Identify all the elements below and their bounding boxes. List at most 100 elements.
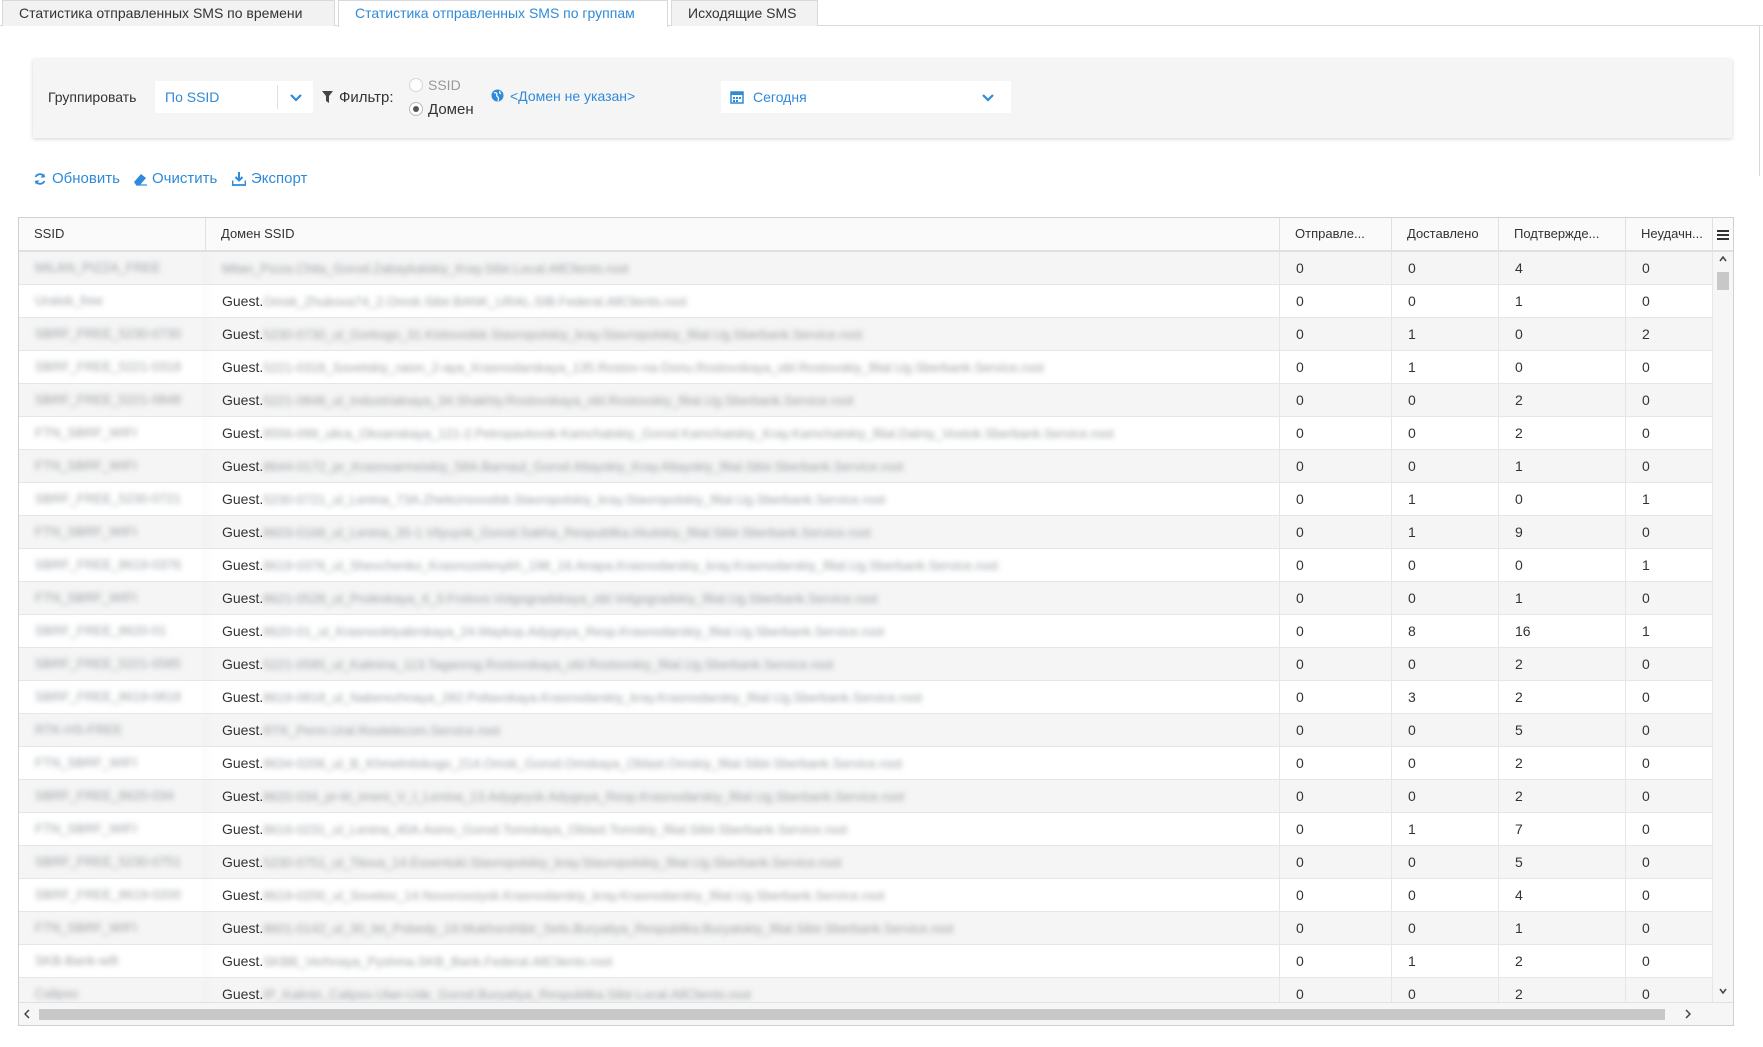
table-row[interactable]: FTN_SBRF_WIFI Guest.8556-099_ulica_Oksans… [19,417,1713,450]
table-row[interactable]: SBRF_FREE_8620-01 Guest.8620-01_ul_Krasno… [19,615,1713,648]
cell-confirmed: 2 [1499,648,1626,680]
cell-confirmed: 1 [1499,285,1626,317]
date-range-select[interactable]: Сегодня [721,81,1011,113]
cell-sent: 0 [1280,318,1392,350]
cell-delivered: 1 [1392,483,1499,515]
radio-ssid[interactable] [409,78,423,92]
column-header-sent[interactable]: Отправле... [1280,218,1392,250]
table-row[interactable]: SBRF_FREE_5230-0721 Guest.5230-0721_ul_Le… [19,483,1713,516]
cell-ssid: SBRF_FREE_5230-0721 [19,483,206,515]
cell-domain: Guest.SKBB_Verhnaya_Pyshma.SKB_Bank.Fede… [206,945,1280,977]
cell-confirmed: 2 [1499,384,1626,416]
cell-ssid: SBRF_FREE_8619-0818 [19,681,206,713]
column-header-ssid[interactable]: SSID [19,218,206,250]
domain-path: Omsk_Zhukova74_2.Omsk.Sibir.BANK_URAL.SI… [263,294,687,309]
cell-sent: 0 [1280,846,1392,878]
cell-confirmed: 2 [1499,681,1626,713]
table-row[interactable]: FTN_SBRF_WIFI Guest.8603-0168_ul_Lenina_3… [19,516,1713,549]
domain-path: 8644-0172_pr_Krasnoarmeiskiy_58A.Barnaul… [263,459,904,474]
domain-path: 5230-0721_ul_Lenina_73A.Zheleznovodsk.St… [263,492,886,507]
cell-failed: 0 [1626,351,1713,383]
table-row[interactable]: FTN_SBRF_WIFI Guest.8634-0206_ul_B_Khmeln… [19,747,1713,780]
table-row[interactable]: FTN_SBRF_WIFI Guest.8616-0231_ul_Lenina_4… [19,813,1713,846]
radio-domain[interactable] [409,102,423,116]
cell-ssid: SBRF_FREE_8620-034 [19,780,206,812]
domain-path: 8634-0206_ul_B_Khmelnitskogo_214.Omsk_Go… [263,756,903,771]
filter-label: Фильтр: [339,89,394,106]
table-row[interactable]: Calipso Guest.IP_Kalinin_Calipso.Ulan-Ude… [19,978,1713,1002]
cell-sent: 0 [1280,945,1392,977]
domain-path: SKBB_Verhnaya_Pyshma.SKB_Bank.Federal.Al… [263,954,613,969]
table-row[interactable]: SBRF_FREE_8619-0818 Guest.8619-0818_ul_Na… [19,681,1713,714]
column-menu-button[interactable] [1713,218,1733,252]
cell-domain: Milan_Pizza.Chita_Gorod.Zabaykalskiy_Kra… [206,252,1280,284]
table-row[interactable]: RTK-HS-FREE Guest.RTK_Perm.Ural.Rosteleco… [19,714,1713,747]
cell-domain: Guest.8603-0168_ul_Lenina_35-1.Vilyuysk_… [206,516,1280,548]
domain-prefix: Guest. [222,887,264,903]
table-row[interactable]: SBRF_FREE_5230-0730 Guest.5230-0730_ul_Go… [19,318,1713,351]
cell-delivered: 0 [1392,846,1499,878]
cell-domain: Guest.5230-0751_ul_Titova_14.Essentuki.S… [206,846,1280,878]
domain-prefix: Guest. [222,359,264,375]
tab-sms-by-time[interactable]: Статистика отправленных SMS по времени [2,0,335,26]
horizontal-scrollbar[interactable] [19,1002,1733,1025]
table-row[interactable]: Uralob_free Guest.Omsk_Zhukova74_2.Omsk.S… [19,285,1713,318]
table-row[interactable]: MILAN_PIZZA_FREE Milan_Pizza.Chita_Gorod.… [19,252,1713,285]
vertical-scrollbar[interactable] [1713,252,1733,1002]
cell-ssid: MILAN_PIZZA_FREE [19,252,206,284]
scroll-left-icon [24,1009,30,1019]
cell-domain: Guest.5230-0730_ul_Gorkogo_31.Kislovodsk… [206,318,1280,350]
table-row[interactable]: FTN_SBRF_WIFI Guest.8644-0172_pr_Krasnoar… [19,450,1713,483]
column-header-failed[interactable]: Неудачн... [1626,218,1713,250]
vertical-scroll-thumb[interactable] [1717,272,1729,290]
group-by-select[interactable]: По SSID [155,81,313,113]
scroll-down-icon [1719,988,1727,994]
table-row[interactable]: SBRF_FREE_5221-0848 Guest.5221-0848_ul_In… [19,384,1713,417]
cell-ssid: SBRF_FREE_5221-0848 [19,384,206,416]
horizontal-scroll-thumb[interactable] [39,1009,1665,1020]
cell-failed: 1 [1626,615,1713,647]
table-row[interactable]: SBRF_FREE_5221-0318 Guest.5221-0318_Sovet… [19,351,1713,384]
table-row[interactable]: SBRF_FREE_8619-0376 Guest.8619-0376_ul_Sh… [19,549,1713,582]
filter-panel: Группировать По SSID Фильтр: SSID Домен … [33,59,1732,138]
cell-delivered: 0 [1392,879,1499,911]
tab-outgoing-sms[interactable]: Исходящие SMS [671,0,818,26]
domain-prefix: Guest. [222,590,264,606]
cell-ssid: Uralob_free [19,285,206,317]
cell-delivered: 0 [1392,912,1499,944]
domain-path: 8621-0528_ul_Proleskaya_4_3.Frolovo.Volg… [263,591,878,606]
table-row[interactable]: FTN_SBRF_WIFI Guest.8621-0528_ul_Proleska… [19,582,1713,615]
cell-sent: 0 [1280,978,1392,1002]
table-row[interactable]: SBRF_FREE_8620-034 Guest.8620-034_pr-kt_i… [19,780,1713,813]
domain-prefix: Guest. [222,392,264,408]
column-header-domain[interactable]: Домен SSID [206,218,1280,250]
cell-domain: Guest.8634-0206_ul_B_Khmelnitskogo_214.O… [206,747,1280,779]
cell-sent: 0 [1280,351,1392,383]
panel-border [1759,26,1760,176]
cell-delivered: 3 [1392,681,1499,713]
chevron-down-icon[interactable] [981,93,995,103]
table-row[interactable]: SBRF_FREE_5230-0751 Guest.5230-0751_ul_Ti… [19,846,1713,879]
grid-header: SSID Домен SSID Отправле... Доставлено П… [19,218,1713,252]
cell-failed: 0 [1626,747,1713,779]
table-row[interactable]: SBRF_FREE_5221-0585 Guest.5221-0585_ul_Ka… [19,648,1713,681]
cell-ssid: FTN_SBRF_WIFI [19,582,206,614]
table-row[interactable]: SBRF_FREE_8619-0200 Guest.8619-0200_ul_So… [19,879,1713,912]
cell-confirmed: 0 [1499,318,1626,350]
cell-delivered: 1 [1392,318,1499,350]
cell-confirmed: 0 [1499,549,1626,581]
chevron-down-icon[interactable] [289,93,303,103]
cell-ssid: FTN_SBRF_WIFI [19,516,206,548]
table-row[interactable]: SKB-Bank-wifi Guest.SKBB_Verhnaya_Pyshma.… [19,945,1713,978]
domain-prefix: Guest. [222,920,264,936]
tab-sms-by-groups[interactable]: Статистика отправленных SMS по группам [338,0,668,27]
export-label: Экспорт [251,170,308,187]
table-row[interactable]: FTN_SBRF_WIFI Guest.8601-0142_ul_30_let_P… [19,912,1713,945]
download-icon [232,172,246,186]
column-header-confirmed[interactable]: Подтвержде... [1499,218,1626,250]
column-header-delivered[interactable]: Доставлено [1392,218,1499,250]
domain-path: 5221-0318_Sovetskiy_raion_2-aya_Krasnoda… [263,360,1044,375]
domain-select-link[interactable]: <Домен не указан> [510,88,635,104]
refresh-label: Обновить [52,170,120,187]
domain-prefix: Guest. [222,854,264,870]
